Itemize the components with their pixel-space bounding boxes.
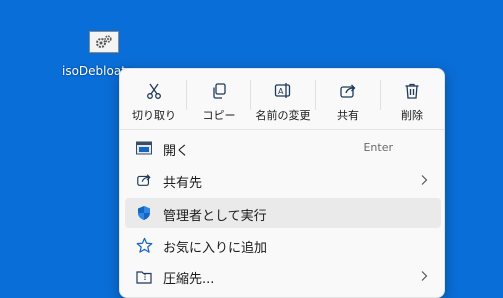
menu-item-run-as-admin[interactable]: 管理者として実行 bbox=[125, 198, 441, 228]
zip-folder-icon bbox=[135, 267, 153, 285]
context-menu: 切り取り コピー A 名前の変更 共有 削除 開く Enter 共有先 管理者と… bbox=[119, 68, 445, 298]
copy-label: コピー bbox=[202, 109, 236, 122]
menu-item-label: 管理者として実行 bbox=[163, 209, 267, 224]
app-window-icon bbox=[135, 139, 153, 157]
toolbar-divider bbox=[315, 80, 316, 110]
toolbar-divider bbox=[380, 80, 381, 110]
cut-label: 切り取り bbox=[132, 109, 176, 122]
share-label: 共有 bbox=[337, 109, 359, 122]
chevron-right-icon bbox=[421, 271, 428, 281]
share-button[interactable]: 共有 bbox=[318, 76, 378, 124]
star-icon bbox=[135, 236, 153, 254]
menu-item-label: お気に入りに追加 bbox=[163, 241, 268, 256]
menu-item-compress-to[interactable]: 圧縮先... bbox=[125, 261, 441, 291]
svg-text:A: A bbox=[278, 87, 284, 96]
cut-button[interactable]: 切り取り bbox=[124, 76, 184, 124]
rename-button[interactable]: A 名前の変更 bbox=[253, 76, 313, 124]
rename-icon: A bbox=[253, 81, 313, 101]
cut-icon bbox=[124, 81, 184, 101]
toolbar-divider bbox=[186, 80, 187, 110]
toolbar-divider bbox=[250, 80, 251, 110]
chevron-right-icon bbox=[421, 175, 428, 185]
menu-item-open[interactable]: 開く Enter bbox=[125, 133, 441, 163]
menu-item-label: 開く bbox=[163, 144, 190, 159]
share-icon bbox=[135, 171, 153, 189]
context-menu-toolbar: 切り取り コピー A 名前の変更 共有 削除 bbox=[120, 69, 444, 130]
shield-icon bbox=[135, 204, 153, 222]
menu-item-share-to[interactable]: 共有先 bbox=[125, 165, 441, 195]
rename-label: 名前の変更 bbox=[255, 109, 311, 122]
shortcut-hint: Enter bbox=[363, 141, 393, 154]
menu-item-label: 共有先 bbox=[163, 176, 203, 191]
menu-item-add-favorite[interactable]: お気に入りに追加 bbox=[125, 230, 441, 260]
delete-icon bbox=[382, 81, 442, 101]
gear-icon bbox=[89, 31, 119, 53]
share-icon bbox=[318, 81, 378, 101]
delete-label: 削除 bbox=[401, 109, 423, 122]
copy-icon bbox=[189, 81, 249, 101]
menu-item-label: 圧縮先... bbox=[163, 272, 215, 287]
copy-button[interactable]: コピー bbox=[189, 76, 249, 124]
delete-button[interactable]: 削除 bbox=[382, 76, 442, 124]
